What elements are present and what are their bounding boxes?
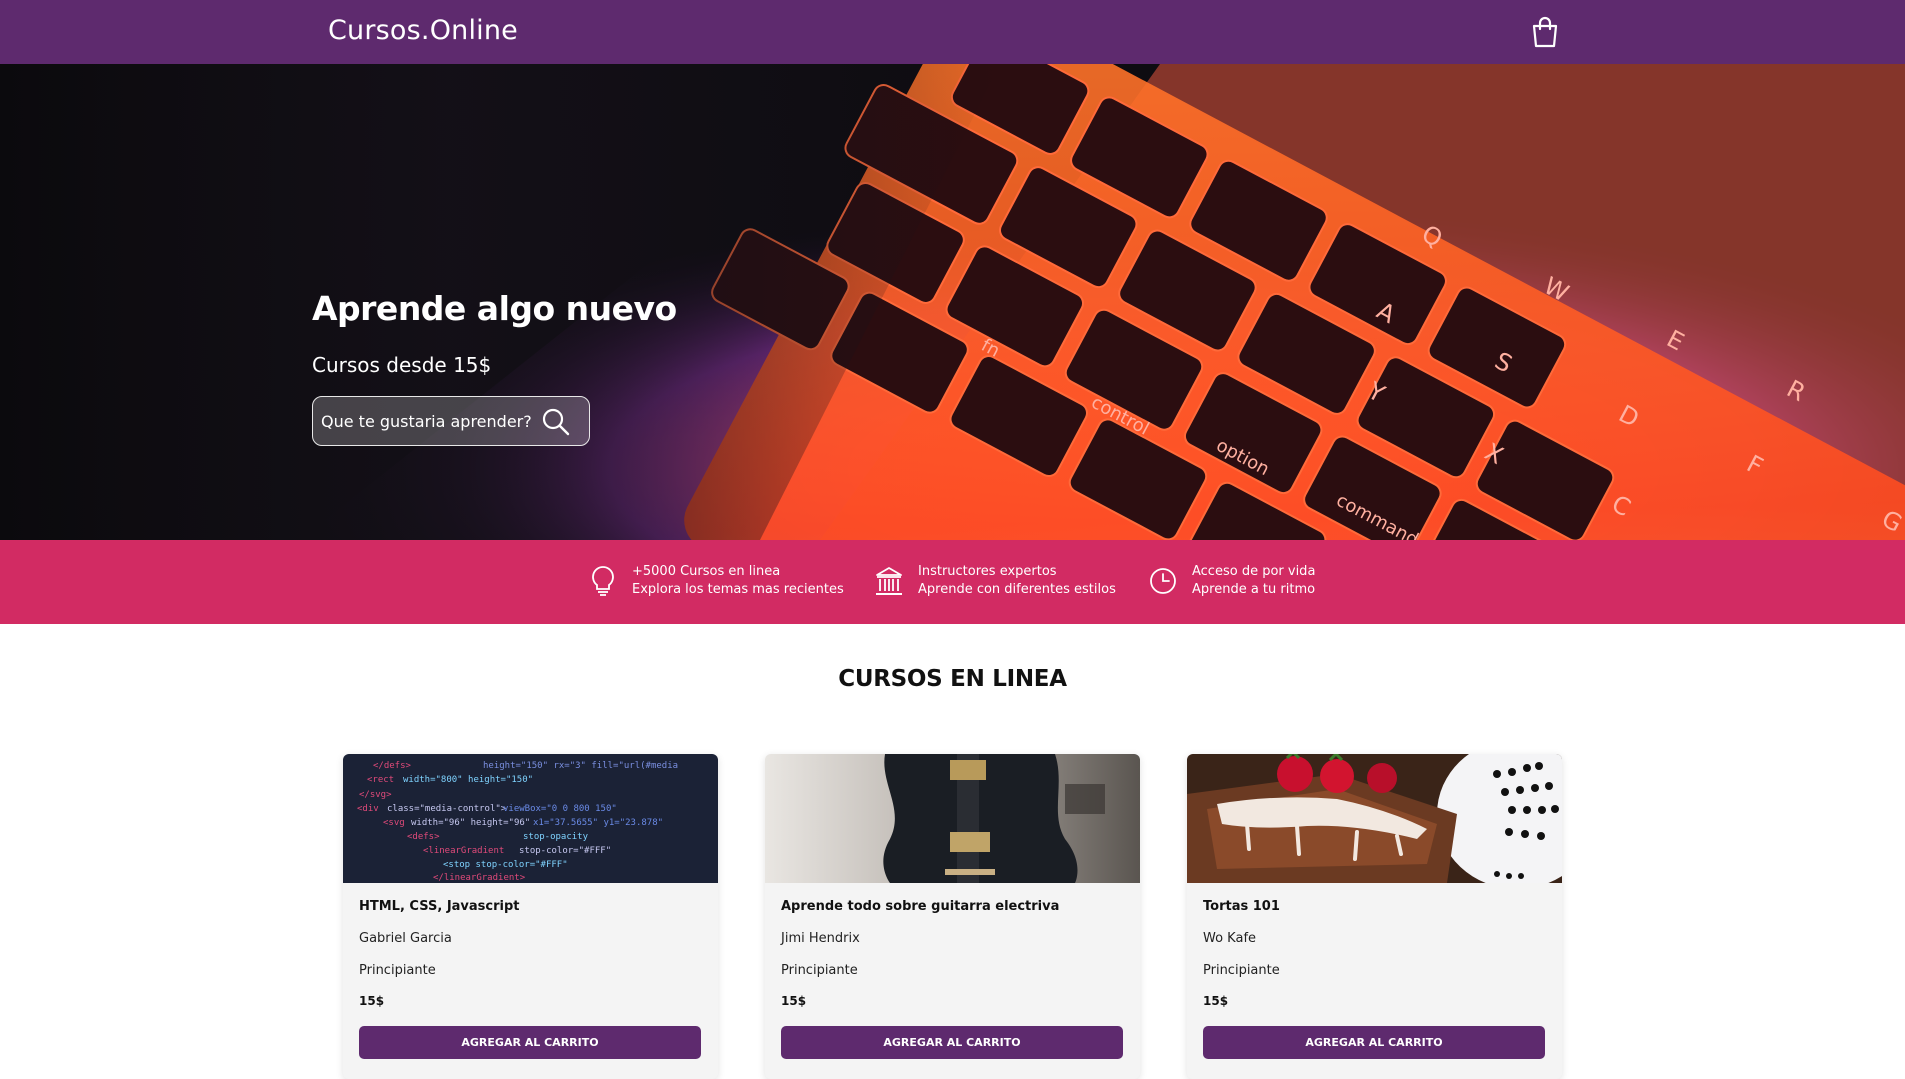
course-card: Aprende todo sobre guitarra electriva Ji… <box>765 754 1140 1079</box>
search-icon[interactable] <box>541 407 571 437</box>
course-price: 15$ <box>1203 994 1229 1008</box>
svg-text:stop-opacity: stop-opacity <box>523 832 589 842</box>
hero-subtitle: Cursos desde 15$ <box>312 353 492 377</box>
course-author: Gabriel Garcia <box>359 931 452 946</box>
hero-banner: fn control option command A S D F G Q W … <box>0 64 1905 540</box>
course-card: Tortas 101 Wo Kafe Principiante 15$ AGRE… <box>1187 754 1562 1079</box>
course-level: Principiante <box>359 963 436 978</box>
keyboard-hero-image: fn control option command A S D F G Q W … <box>0 64 1905 540</box>
feature-desc: Aprende con diferentes estilos <box>918 582 1116 597</box>
code-screen-image: </defs> height="150" rx="3" fill="url(#m… <box>343 754 718 883</box>
svg-text:x1="37.5655" y1="23.878": x1="37.5655" y1="23.878" <box>533 818 663 828</box>
svg-text:stop-color="#FFF": stop-color="#FFF" <box>519 846 611 856</box>
add-to-cart-button[interactable]: AGREGAR AL CARRITO <box>359 1026 701 1059</box>
feature-title: Acceso de por vida <box>1192 564 1316 579</box>
search-box <box>312 396 590 446</box>
svg-text:<defs>: <defs> <box>407 832 440 842</box>
svg-text:<div: <div <box>357 804 379 814</box>
site-logo[interactable]: Cursos.Online <box>328 15 518 46</box>
clock-icon <box>1148 564 1178 598</box>
chocolate-cake-image <box>1187 754 1562 889</box>
svg-text:width="96" height="96": width="96" height="96" <box>411 818 530 828</box>
lightbulb-icon <box>588 564 618 598</box>
course-price: 15$ <box>359 994 385 1008</box>
add-to-cart-button[interactable]: AGREGAR AL CARRITO <box>1203 1026 1545 1059</box>
svg-text:</svg>: </svg> <box>359 790 392 800</box>
course-title[interactable]: HTML, CSS, Javascript <box>359 899 520 914</box>
course-author: Wo Kafe <box>1203 931 1257 946</box>
svg-text:height="150" rx="3" fill="url(: height="150" rx="3" fill="url(#media <box>483 761 678 771</box>
course-level: Principiante <box>1203 963 1280 978</box>
svg-text:viewBox="0 0 800 150": viewBox="0 0 800 150" <box>503 804 617 814</box>
course-title[interactable]: Aprende todo sobre guitarra electriva <box>781 899 1059 914</box>
svg-text:</linearGradient>: </linearGradient> <box>433 873 526 883</box>
hero-title: Aprende algo nuevo <box>312 289 677 328</box>
svg-text:class="media-control">: class="media-control"> <box>387 804 507 814</box>
course-card: </defs> height="150" rx="3" fill="url(#m… <box>343 754 718 1079</box>
institution-icon <box>874 564 904 598</box>
svg-text:<svg: <svg <box>383 818 405 828</box>
svg-text:<stop stop-color="#FFF": <stop stop-color="#FFF" <box>443 860 568 870</box>
feature-desc: Explora los temas mas recientes <box>632 582 844 597</box>
search-input[interactable] <box>321 409 531 433</box>
svg-text:<linearGradient: <linearGradient <box>423 846 504 856</box>
course-level: Principiante <box>781 963 858 978</box>
add-to-cart-button[interactable]: AGREGAR AL CARRITO <box>781 1026 1123 1059</box>
section-title: CURSOS EN LINEA <box>838 666 1067 692</box>
course-author: Jimi Hendrix <box>781 931 860 946</box>
top-navbar: Cursos.Online <box>0 0 1905 64</box>
feature-desc: Aprende a tu ritmo <box>1192 582 1316 597</box>
course-title[interactable]: Tortas 101 <box>1203 899 1280 914</box>
course-price: 15$ <box>781 994 807 1008</box>
feature-title: +5000 Cursos en linea <box>632 564 781 579</box>
features-band: +5000 Cursos en linea Explora los temas … <box>0 540 1905 624</box>
svg-text:</defs>: </defs> <box>373 761 412 771</box>
svg-text:width="800" height="150": width="800" height="150" <box>403 775 533 785</box>
svg-text:<rect: <rect <box>367 775 394 785</box>
electric-guitar-image <box>765 754 1140 883</box>
shopping-bag-icon[interactable] <box>1530 16 1560 48</box>
feature-title: Instructores expertos <box>918 564 1057 579</box>
